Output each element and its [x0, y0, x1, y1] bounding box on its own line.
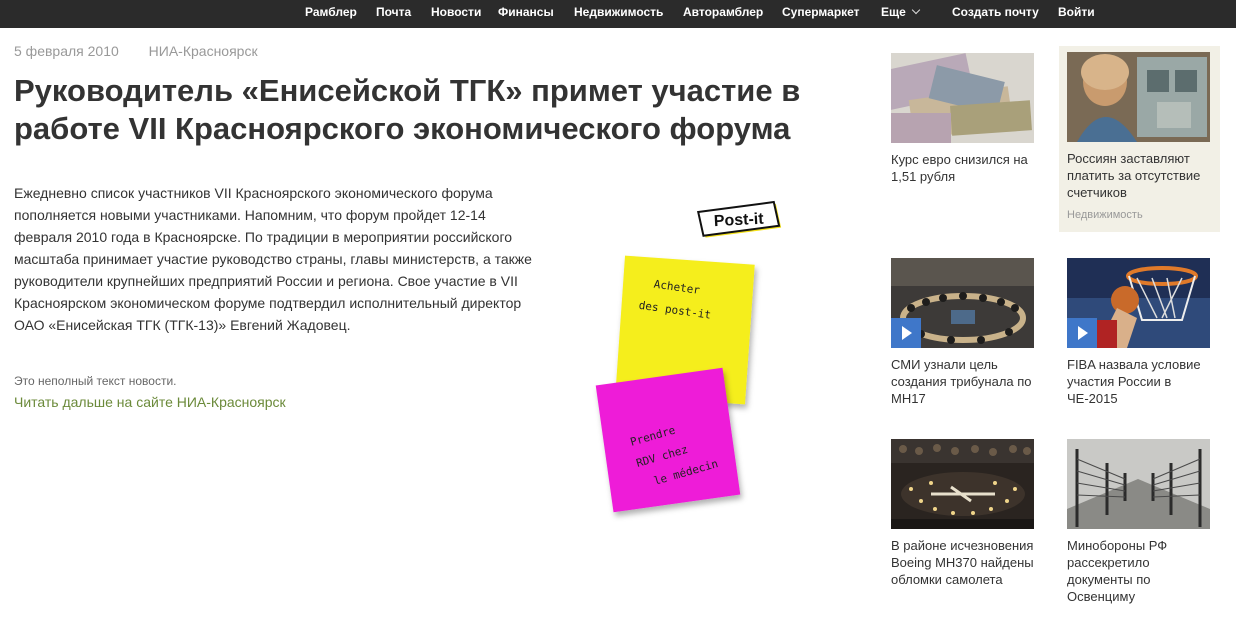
news-card[interactable]: Минобороны РФ рассекретило документы по … — [1067, 439, 1236, 605]
video-play-icon[interactable] — [891, 318, 921, 348]
news-category-tag[interactable]: Недвижимость — [1067, 209, 1212, 221]
post-it-ad-graphic: Post-it Acheter des post-it Prendre RDV … — [595, 200, 782, 513]
nav-item-supermarket[interactable]: Супермаркет — [782, 5, 860, 19]
news-card[interactable]: В районе исчезновения Boeing MH370 найде… — [891, 439, 1061, 588]
article-date: 5 февраля 2010 — [14, 43, 119, 59]
nav-item-realty[interactable]: Недвижимость — [574, 5, 663, 19]
news-card-title[interactable]: Курс евро снизился на 1,51 рубля — [891, 151, 1041, 185]
nav-item-mail[interactable]: Почта — [376, 5, 411, 19]
nav-item-rambler[interactable]: Рамблер — [305, 5, 357, 19]
post-it-logo: Post-it — [696, 200, 782, 238]
nav-item-finance[interactable]: Финансы — [498, 5, 554, 19]
nav-more-label: Еще — [881, 5, 906, 19]
news-card-featured[interactable]: Россиян заставляют платить за отсутствие… — [1059, 46, 1220, 232]
login-link[interactable]: Войти — [1058, 5, 1095, 19]
pink-sticky-note — [595, 367, 741, 513]
nav-item-autorambler[interactable]: Авторамблер — [683, 5, 763, 19]
post-it-advertisement[interactable]: Post-it Acheter des post-it Prendre RDV … — [590, 200, 790, 530]
incomplete-text-note: Это неполный текст новости. — [14, 374, 177, 388]
news-card[interactable]: FIBA назвала условие участия России в ЧЕ… — [1067, 258, 1236, 407]
news-thumbnail-basketball[interactable] — [1067, 258, 1210, 348]
chevron-down-icon — [911, 5, 921, 15]
news-card-title[interactable]: Россиян заставляют платить за отсутствие… — [1067, 150, 1217, 201]
post-it-logo-text: Post-it — [713, 211, 764, 231]
news-card[interactable]: СМИ узнали цель создания трибунала по MH… — [891, 258, 1061, 407]
news-card-title[interactable]: СМИ узнали цель создания трибунала по MH… — [891, 356, 1041, 407]
nav-item-news[interactable]: Новости — [431, 5, 481, 19]
news-card-title[interactable]: Минобороны РФ рассекретило документы по … — [1067, 537, 1217, 605]
news-card-title[interactable]: FIBA назвала условие участия России в ЧЕ… — [1067, 356, 1217, 407]
top-navigation-bar: Рамблер Почта Новости Финансы Недвижимос… — [0, 0, 1236, 28]
news-thumbnail-euro[interactable] — [891, 53, 1034, 143]
news-thumbnail-mh370[interactable] — [891, 439, 1034, 529]
article-source[interactable]: НИА-Красноярск — [149, 43, 258, 59]
read-more-link[interactable]: Читать дальше на сайте НИА-Красноярск — [14, 394, 286, 410]
news-thumbnail-un-council[interactable] — [891, 258, 1034, 348]
article-meta: 5 февраля 2010 НИА-Красноярск — [14, 43, 284, 59]
news-card[interactable]: Курс евро снизился на 1,51 рубля — [891, 53, 1061, 185]
article-headline: Руководитель «Енисейской ТГК» примет уча… — [14, 73, 801, 146]
news-thumbnail-meters[interactable] — [1067, 52, 1210, 142]
video-play-icon[interactable] — [1067, 318, 1097, 348]
create-mail-link[interactable]: Создать почту — [952, 5, 1039, 19]
nav-item-more[interactable]: Еще — [881, 5, 921, 19]
news-card-title[interactable]: В районе исчезновения Boeing MH370 найде… — [891, 537, 1041, 588]
article-body: Ежедневно список участников VII Краснояр… — [14, 185, 532, 333]
news-thumbnail-auschwitz[interactable] — [1067, 439, 1210, 529]
